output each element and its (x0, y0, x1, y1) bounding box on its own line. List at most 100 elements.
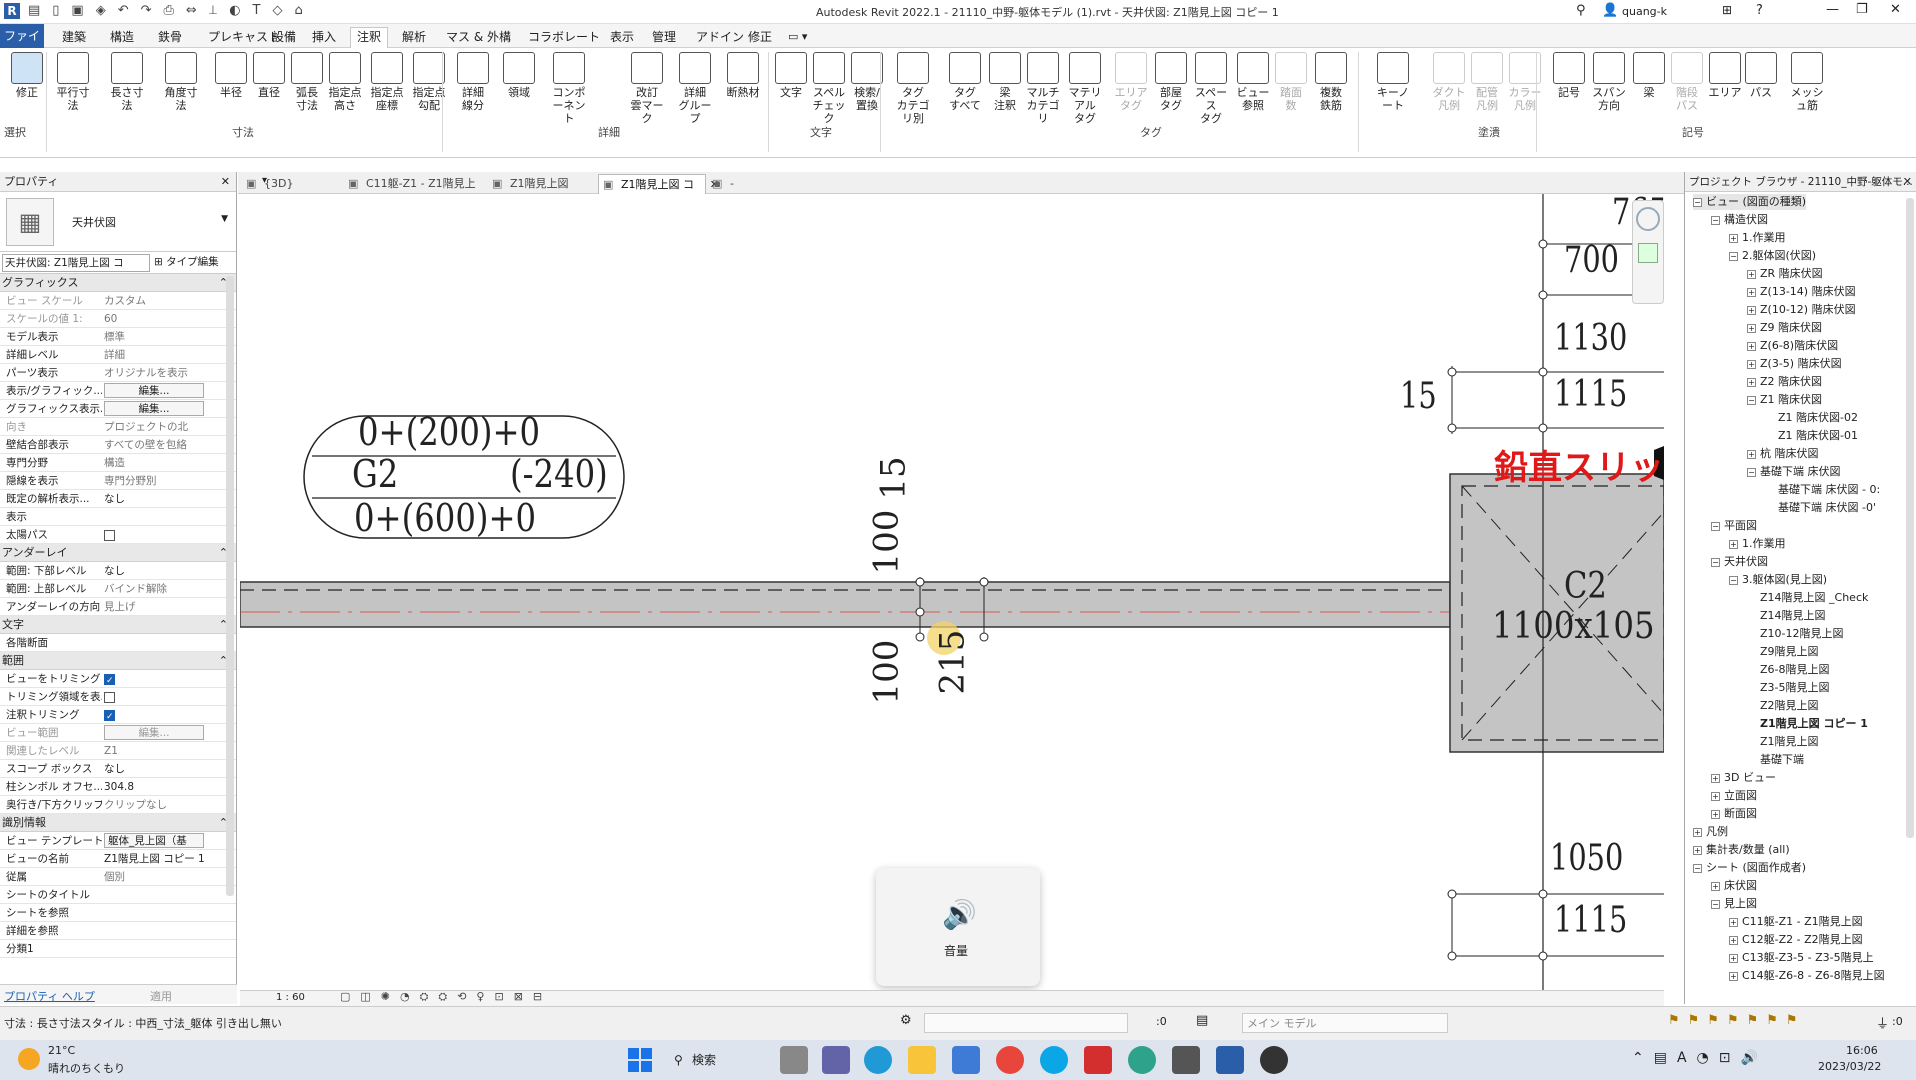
ribbon-group-4[interactable]: タグ (1140, 124, 1162, 140)
checkbox[interactable] (104, 691, 115, 703)
expand-icon[interactable]: + (1747, 341, 1756, 351)
property-checkbox[interactable] (104, 670, 214, 688)
minimize-button[interactable]: — (1826, 2, 1839, 17)
expand-icon[interactable]: + (1747, 305, 1756, 315)
tool-0[interactable]: 修正 (6, 52, 48, 99)
browser-item[interactable]: + 凡例 (1693, 824, 1728, 840)
tab-5[interactable]: 設備 (266, 28, 302, 46)
tool-23[interactable]: マテリアル タグ (1064, 52, 1106, 125)
tool-30[interactable]: キーノート (1372, 52, 1414, 112)
property-value[interactable]: 専門分野別 (104, 472, 214, 490)
property-value[interactable]: なし (104, 562, 214, 580)
expand-icon[interactable]: + (1729, 953, 1738, 963)
template-button[interactable]: 躯体_見上図（基 (104, 833, 204, 848)
tool-3[interactable]: 角度寸法 (160, 52, 202, 112)
browser-item[interactable]: + 立面図 (1711, 788, 1757, 804)
edit-button[interactable]: 編集... (104, 725, 204, 740)
expand-icon[interactable]: + (1711, 791, 1720, 801)
dimension-grip[interactable] (915, 607, 925, 617)
tool-2[interactable]: 長さ寸法 (106, 52, 148, 112)
acrobat-icon[interactable] (1084, 1046, 1112, 1074)
design-options-icon[interactable]: ▤ (1196, 1013, 1208, 1028)
tab-9[interactable]: マス & 外構 (440, 28, 517, 46)
document-tab-4[interactable]: ▣ - (708, 174, 748, 194)
section-header[interactable]: 識別情報 (0, 814, 236, 832)
collapse-icon[interactable]: − (1729, 575, 1738, 585)
tool-20[interactable]: タグ すべて (944, 52, 986, 112)
calculator-icon[interactable] (1172, 1046, 1200, 1074)
tool-6[interactable]: 弧長 寸法 (286, 52, 328, 112)
selection-icons[interactable]: ⚑⚑⚑⚑⚑⚑⚑ (1668, 1013, 1806, 1028)
clock-time[interactable]: 16:06 (1846, 1044, 1878, 1057)
dimension-grip[interactable] (1538, 423, 1548, 433)
dimension-grip[interactable] (1538, 951, 1548, 961)
tool-11[interactable]: 領域 (498, 52, 540, 99)
tab-13[interactable]: アドイン (690, 28, 750, 46)
checkbox[interactable] (104, 708, 115, 724)
browser-item[interactable]: +1.作業用 (1729, 536, 1786, 552)
dimension-grip[interactable] (979, 577, 989, 587)
checkbox[interactable] (104, 529, 115, 541)
tool-25[interactable]: 部屋 タグ (1150, 52, 1192, 112)
dimension-grip[interactable] (1447, 367, 1457, 377)
media-player-icon[interactable] (1260, 1046, 1288, 1074)
close-icon[interactable]: ✕ (221, 172, 230, 192)
property-checkbox[interactable] (104, 688, 214, 706)
ribbon-group-1[interactable]: 寸法 (232, 124, 254, 140)
tab-11[interactable]: 表示 (604, 28, 640, 46)
tool-39[interactable]: パス (1740, 52, 1782, 99)
view-control-icons[interactable]: ▢◫✺◔⛭⛭⟲♀⊡⊠⊟ (340, 990, 552, 1004)
tab-12[interactable]: 管理 (646, 28, 682, 46)
browser-item[interactable]: Z3-5階見上図 (1747, 680, 1830, 696)
tool-27[interactable]: ビュー 参照 (1232, 52, 1274, 112)
tool-5[interactable]: 直径 (248, 52, 290, 99)
user-icon[interactable]: 👤 (1602, 3, 1618, 18)
expand-icon[interactable]: + (1729, 539, 1738, 549)
browser-item[interactable]: 基礎下端 床伏図 - 0: (1765, 482, 1880, 498)
browser-item[interactable]: − 構造伏図 (1711, 212, 1768, 228)
tab-14[interactable]: 修正 (742, 28, 778, 46)
browser-item[interactable]: + C14躯-Z6-8 - Z6-8階見上図 (1729, 968, 1885, 984)
tool-15[interactable]: 断熱材 (722, 52, 764, 99)
tab-7[interactable]: 注釈 (350, 27, 389, 49)
dimension-text-700[interactable]: 700 (1564, 240, 1619, 281)
worksets-icon[interactable]: ⚙ (900, 1013, 912, 1028)
tool-8[interactable]: 指定点 座標 (366, 52, 408, 112)
tab-6[interactable]: 挿入 (306, 28, 342, 46)
collapse-icon[interactable]: − (1711, 899, 1720, 909)
document-tab-0[interactable]: ▣ {3D} (242, 174, 338, 194)
dimension-grip[interactable] (1538, 290, 1548, 300)
ribbon-group-0[interactable]: 選択 (4, 124, 26, 140)
file-explorer-icon[interactable] (908, 1046, 936, 1074)
view-scale[interactable]: 1 : 60 (276, 992, 305, 1003)
dimension-grip[interactable] (979, 632, 989, 642)
edit-type-button[interactable]: ⊞ タイプ編集 (154, 254, 234, 272)
expand-icon[interactable]: + (1747, 449, 1756, 459)
instance-selector[interactable]: 天井伏図: Z1階見上図 コ (2, 254, 150, 272)
expand-icon[interactable]: + (1729, 971, 1738, 981)
zoom-icon[interactable] (1638, 243, 1658, 263)
dimension-grip[interactable] (915, 577, 925, 587)
tab-1[interactable]: 建築 (56, 28, 92, 46)
collapse-icon[interactable]: − (1711, 215, 1720, 225)
browser-item[interactable]: + Z9 階床伏図 (1747, 320, 1822, 336)
property-value[interactable]: 編集... (104, 400, 214, 418)
edit-button[interactable]: 編集... (104, 401, 204, 416)
browser-scrollbar[interactable] (1906, 198, 1914, 838)
apply-button[interactable]: 適用 (150, 988, 172, 1004)
tool-35[interactable]: スパン 方向 (1588, 52, 1630, 112)
browser-item[interactable]: + Z(3-5) 階床伏図 (1747, 356, 1842, 372)
browser-item[interactable]: − Z1 階床伏図 (1747, 392, 1822, 408)
weather-icon[interactable] (18, 1048, 40, 1070)
expand-icon[interactable]: + (1711, 773, 1720, 783)
expand-icon[interactable]: + (1747, 269, 1756, 279)
cart-icon[interactable]: ⊞ (1722, 3, 1732, 17)
browser-item[interactable]: + 断面図 (1711, 806, 1757, 822)
tool-29[interactable]: 複数 鉄筋 (1310, 52, 1352, 112)
dimension-grip[interactable] (1447, 951, 1457, 961)
clock-date[interactable]: 2023/03/22 (1818, 1060, 1881, 1073)
browser-item[interactable]: −2.躯体図(伏図) (1729, 248, 1816, 264)
dimension-text-1130[interactable]: 1130 (1554, 318, 1627, 359)
ribbon-group-2[interactable]: 詳細 (598, 124, 620, 140)
dimension-text-1050[interactable]: 1050 (1550, 838, 1623, 879)
